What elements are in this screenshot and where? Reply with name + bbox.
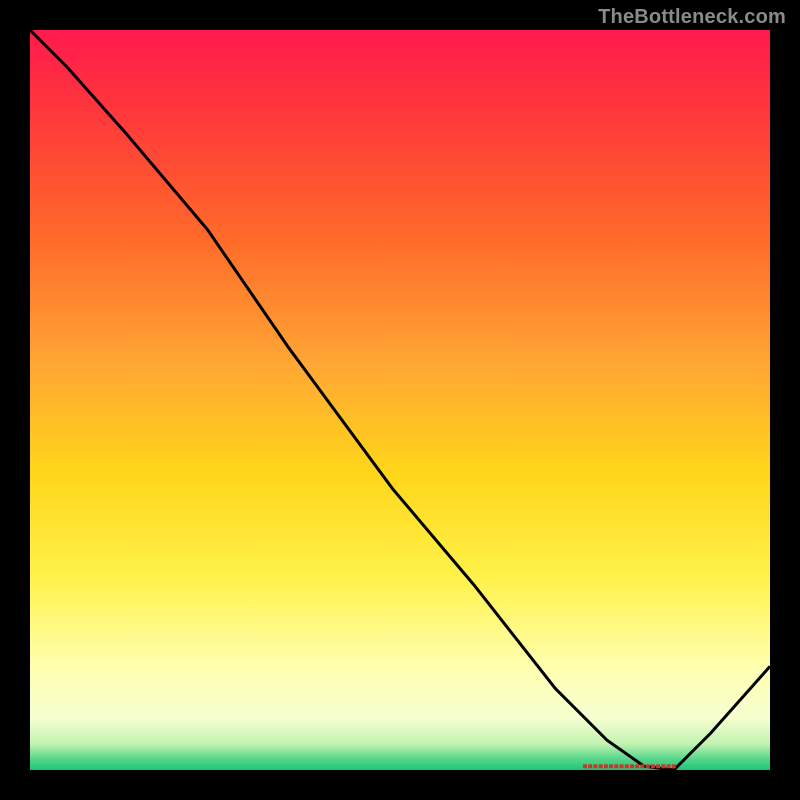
gradient-background <box>30 30 770 770</box>
watermark-text: TheBottleneck.com <box>598 6 786 29</box>
chart-frame: TheBottleneck.com <box>0 0 800 800</box>
chart-canvas <box>30 30 770 770</box>
plot-area <box>30 30 770 770</box>
